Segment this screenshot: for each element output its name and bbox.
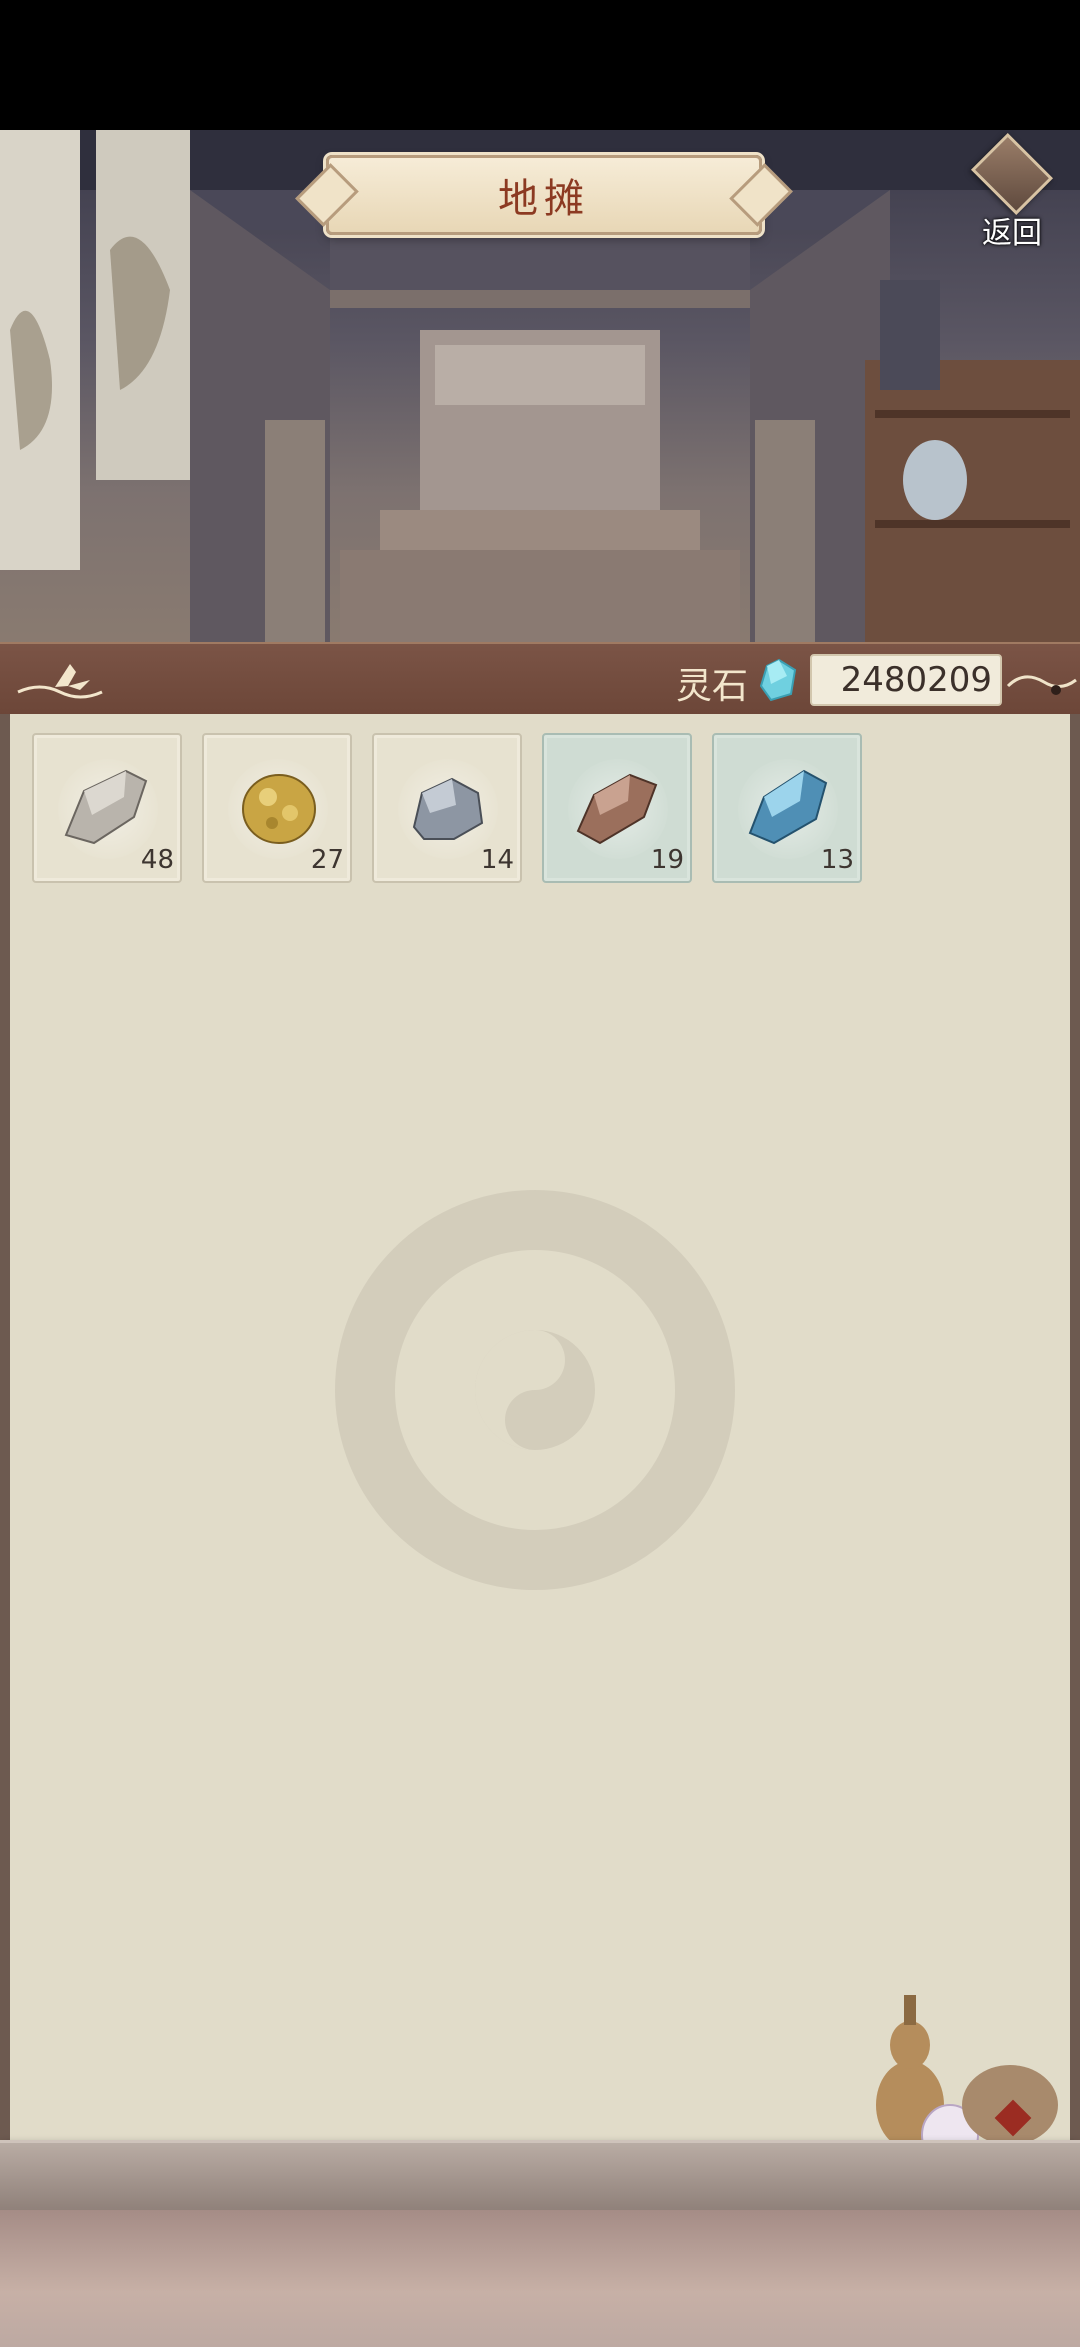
back-button-label: 返回 [982, 216, 1042, 251]
item-slot-gray-stone[interactable]: 48 [32, 733, 182, 883]
item-count: 27 [310, 845, 344, 875]
blue-crystal-icon [748, 769, 828, 845]
currency-label: 灵石 [676, 666, 749, 707]
item-slot-blue-crystal[interactable]: 13 [712, 733, 862, 883]
item-count: 48 [140, 845, 174, 875]
panel-border-left [0, 714, 10, 2146]
item-count: 19 [650, 845, 684, 875]
back-button[interactable]: 返回 [962, 132, 1062, 252]
item-slot-gold-ore[interactable]: 27 [202, 733, 352, 883]
item-slot-iron-ore[interactable]: 14 [372, 733, 522, 883]
item-count: 14 [480, 845, 514, 875]
panel-border-right [1070, 714, 1080, 2146]
iron-ore-icon [412, 777, 484, 840]
currency-value: 2480209 [840, 660, 992, 700]
item-count: 13 [820, 845, 854, 875]
currency-value-box: 2480209 [810, 654, 1002, 706]
copper-ore-icon [576, 773, 658, 845]
floor-background [0, 2210, 1080, 2347]
bottom-shelf [0, 2140, 1080, 2213]
item-slot-copper-ore[interactable]: 19 [542, 733, 692, 883]
page-title: 地摊 [498, 176, 590, 222]
title-banner: 地摊 [326, 155, 762, 235]
gray-stone-icon [64, 769, 148, 845]
cloud-ornament-icon [1006, 675, 1077, 695]
status-bar-area [0, 0, 1080, 130]
item-grid: 48 27 14 19 13 [32, 733, 862, 883]
back-arrow-icon [970, 132, 1054, 216]
gold-ore-icon [242, 774, 316, 844]
spirit-stone-icon [759, 658, 797, 702]
yin-yang-watermark-icon [335, 1190, 735, 1590]
crane-icon [17, 664, 103, 699]
currency-bar: 灵石 2480209 [0, 642, 1080, 718]
